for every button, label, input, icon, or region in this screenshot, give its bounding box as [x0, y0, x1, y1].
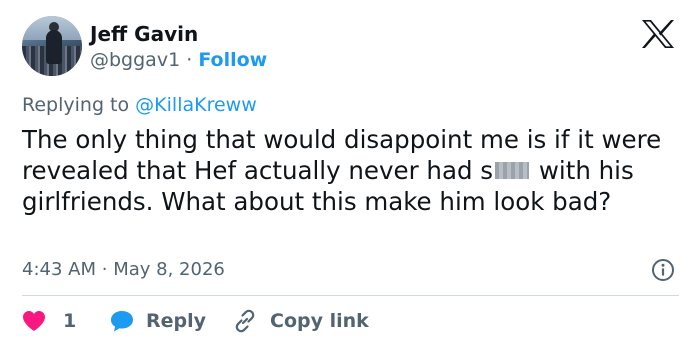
- replying-to-mention[interactable]: @KillaKreww: [135, 94, 257, 116]
- tweet-card: Jeff Gavin @bggav1 · Follow Replying to …: [0, 0, 700, 348]
- like-count: 1: [63, 310, 77, 332]
- replying-to-prefix: Replying to: [22, 94, 130, 116]
- reply-label: Reply: [146, 310, 207, 332]
- follow-button[interactable]: Follow: [198, 49, 267, 71]
- reply-button[interactable]: Reply: [109, 306, 219, 336]
- copy-link-button[interactable]: Copy link: [232, 306, 382, 336]
- link-icon: [235, 309, 255, 333]
- handle-separator: ·: [186, 49, 193, 71]
- like-button[interactable]: 1: [22, 306, 82, 336]
- info-icon[interactable]: [651, 258, 675, 282]
- replying-to: Replying to @KillaKreww: [22, 93, 257, 117]
- divider: [22, 295, 679, 296]
- tweet-date: May 8, 2026: [113, 259, 225, 280]
- tweet-timestamp[interactable]: 4:43 AM · May 8, 2026: [22, 258, 225, 282]
- copy-link-label: Copy link: [270, 310, 369, 332]
- avatar-person-body: [46, 30, 62, 64]
- censor-bar: [495, 161, 530, 179]
- avatar[interactable]: [22, 16, 82, 76]
- x-logo-icon[interactable]: [641, 19, 675, 49]
- timestamp-separator: ·: [101, 259, 108, 280]
- author-handle-row: @bggav1 · Follow: [90, 48, 267, 72]
- heart-icon: [23, 311, 45, 331]
- tweet-time: 4:43 AM: [22, 259, 96, 280]
- reply-bubble-icon: [111, 311, 133, 332]
- tweet-text: The only thing that would disappoint me …: [22, 124, 682, 217]
- author-name[interactable]: Jeff Gavin: [90, 22, 198, 46]
- author-handle[interactable]: @bggav1: [90, 49, 180, 71]
